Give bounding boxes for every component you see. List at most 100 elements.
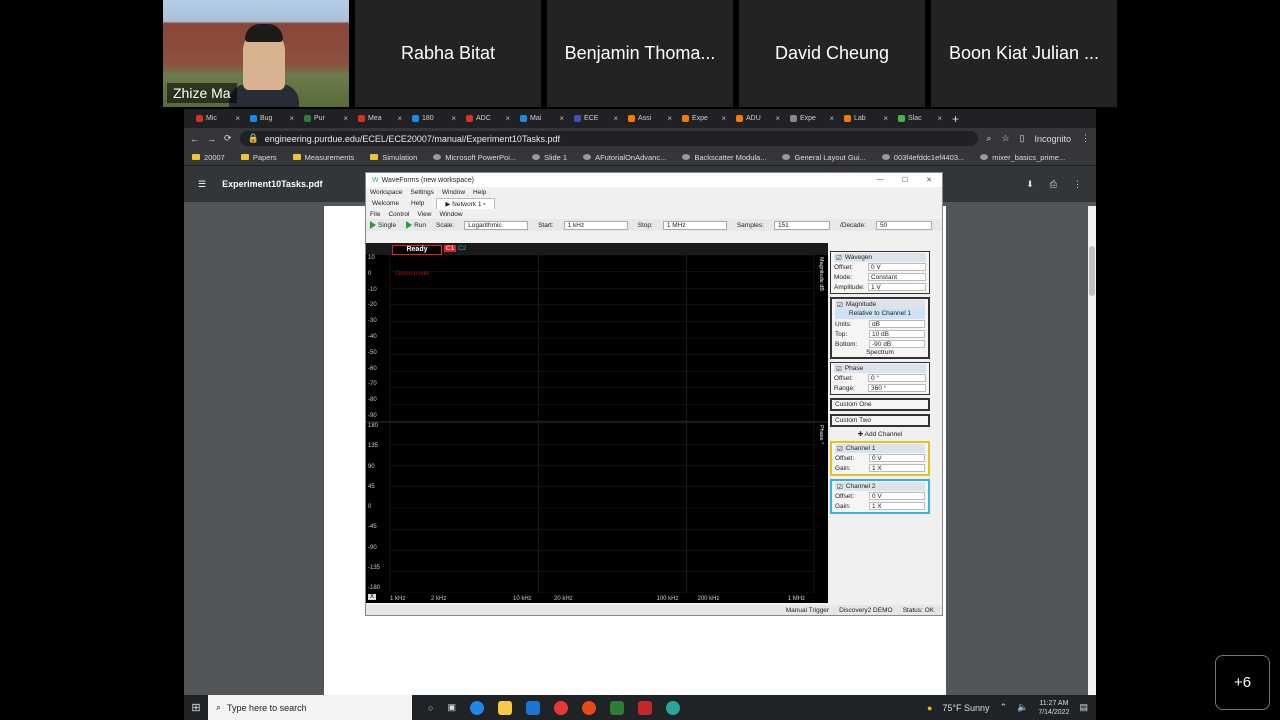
tab-close-icon[interactable]: ×	[937, 114, 942, 123]
browser-tab[interactable]: ADC ×	[462, 111, 514, 126]
browser-tab[interactable]: Slac ×	[894, 111, 946, 126]
volume-icon[interactable]: 🔈	[1017, 702, 1028, 713]
channel1-header[interactable]: ☑ Channel 1	[835, 444, 925, 453]
zoom-icon[interactable]: ⌕	[986, 133, 991, 144]
print-icon[interactable]: ⎙	[1050, 179, 1057, 190]
menu-item[interactable]: View	[417, 211, 431, 218]
more-participants-button[interactable]: +6	[1215, 655, 1270, 710]
star-icon[interactable]: ☆	[1001, 133, 1009, 144]
run-button[interactable]: Run	[406, 221, 426, 229]
mail-icon[interactable]	[525, 700, 540, 715]
tab-close-icon[interactable]: ×	[667, 114, 672, 123]
tab-close-icon[interactable]: ×	[343, 114, 348, 123]
browser-tab[interactable]: ADU ×	[732, 111, 784, 126]
relative-channel-button[interactable]: Relative to Channel 1	[835, 309, 925, 319]
phase-offset-input[interactable]: 0 °	[868, 374, 926, 382]
bookmark-item[interactable]: AFutorialOnAdvanc...	[583, 153, 666, 162]
bookmark-item[interactable]: 003f4efddc1ef4403...	[881, 153, 964, 162]
tab-close-icon[interactable]: ×	[829, 114, 834, 123]
firefox-icon[interactable]	[581, 700, 596, 715]
spectrum-button[interactable]: Spectrum	[835, 349, 925, 356]
browser-tab[interactable]: ECE ×	[570, 111, 622, 126]
ch2-gain-input[interactable]: 1 X	[869, 502, 925, 510]
manual-trigger-button[interactable]: Manual Trigger	[786, 607, 829, 614]
browser-tab[interactable]: Mai ×	[516, 111, 568, 126]
clock[interactable]: 11:27 AM 7/14/2022	[1038, 699, 1069, 717]
c1-label[interactable]: C1	[444, 245, 457, 252]
bookmark-item[interactable]: Measurements	[292, 153, 354, 162]
wavegen-mode-select[interactable]: Constant	[868, 273, 926, 281]
browser-tab[interactable]: Expe ×	[786, 111, 838, 126]
taskbar-search[interactable]: ⌕ Type here to search	[208, 695, 412, 720]
bookmark-item[interactable]: Papers	[240, 153, 277, 162]
browser-tab[interactable]: Mea ×	[354, 111, 406, 126]
back-icon[interactable]: ←	[190, 134, 199, 144]
phase-header[interactable]: ☑ Phase	[834, 364, 926, 373]
forward-icon[interactable]: →	[207, 134, 216, 144]
bookmark-item[interactable]: General Layout Gui...	[782, 153, 866, 162]
minimize-icon[interactable]: —	[877, 176, 884, 184]
weather-text[interactable]: 75°F Sunny	[942, 703, 989, 713]
windows-start-icon[interactable]: ⊞	[184, 701, 208, 714]
waveforms-app-icon[interactable]	[609, 700, 624, 715]
menu-icon[interactable]: ⋮	[1081, 133, 1090, 144]
tab-network[interactable]: ▶ Network 1 ▪	[436, 197, 495, 209]
ch1-offset-input[interactable]: 0 V	[869, 454, 925, 462]
more-icon[interactable]: ⋮	[1073, 179, 1082, 190]
bookmark-item[interactable]: Simulation	[370, 153, 417, 162]
cortana-icon[interactable]: ○	[428, 703, 433, 713]
channel2-header[interactable]: ☑ Channel 2	[835, 482, 925, 491]
browser-tab[interactable]: Lab ×	[840, 111, 892, 126]
scrollbar[interactable]	[1088, 206, 1096, 695]
tab-close-icon[interactable]: ×	[559, 114, 564, 123]
chrome-icon[interactable]	[553, 700, 568, 715]
bookmark-item[interactable]: 20007	[192, 153, 225, 162]
sidepanel-icon[interactable]: ▯	[1020, 133, 1025, 144]
bookmark-item[interactable]: Microsoft PowerPoi...	[433, 153, 516, 162]
tab-close-icon[interactable]: ×	[721, 114, 726, 123]
phase-plot[interactable]: 180 135 90 45 0 -45 -90 -135 -180	[366, 423, 828, 593]
stop-input[interactable]: 1 MHz	[662, 220, 727, 230]
close-icon[interactable]: ✕	[926, 176, 932, 184]
custom-one-section[interactable]: Custom One	[830, 398, 930, 411]
single-button[interactable]: Single	[370, 221, 396, 229]
maximize-icon[interactable]: ☐	[902, 176, 908, 184]
tab-close-icon[interactable]: ×	[883, 114, 888, 123]
ch1-gain-input[interactable]: 1 X	[869, 464, 925, 472]
menu-item[interactable]: Help	[473, 189, 486, 196]
acrobat-icon[interactable]	[637, 700, 652, 715]
participant-tile[interactable]: David Cheung	[739, 0, 925, 107]
wavegen-header[interactable]: ☑ Wavegen	[834, 253, 926, 262]
tab-close-icon[interactable]: ×	[235, 114, 240, 123]
add-channel-button[interactable]: ✚ Add Channel	[830, 430, 930, 438]
custom-two-section[interactable]: Custom Two	[830, 414, 930, 427]
bottom-input[interactable]: -90 dB	[869, 340, 925, 348]
tab-close-icon[interactable]: ×	[451, 114, 456, 123]
x-axis-button[interactable]: X	[368, 594, 377, 600]
browser-tab[interactable]: Bug ×	[246, 111, 298, 126]
browser-tab[interactable]: Expe ×	[678, 111, 730, 126]
tab-close-icon[interactable]: ×	[775, 114, 780, 123]
edge-icon[interactable]	[469, 700, 484, 715]
network-icon[interactable]: ⌃	[1000, 702, 1008, 713]
close-tab-icon[interactable]: ▪	[481, 201, 485, 208]
url-field[interactable]: 🔒 engineering.purdue.edu/ECEL/ECE20007/ma…	[239, 131, 979, 146]
browser-tab[interactable]: Assi ×	[624, 111, 676, 126]
new-tab-icon[interactable]: +	[952, 112, 959, 126]
menu-item[interactable]: Workspace	[370, 189, 402, 196]
bookmark-item[interactable]: Slide 1	[532, 153, 567, 162]
browser-tab[interactable]: Pur ×	[300, 111, 352, 126]
participant-tile[interactable]: Rabha Bitat	[355, 0, 541, 107]
units-select[interactable]: dB	[869, 320, 925, 328]
hamburger-icon[interactable]: ☰	[198, 179, 206, 190]
bookmark-item[interactable]: Backscatter Modula...	[682, 153, 766, 162]
wavegen-offset-input[interactable]: 0 V	[868, 263, 926, 271]
tab-close-icon[interactable]: ×	[289, 114, 294, 123]
tab-help[interactable]: Help	[411, 200, 424, 207]
tab-close-icon[interactable]: ×	[397, 114, 402, 123]
start-input[interactable]: 1 kHz	[563, 220, 628, 230]
tab-close-icon[interactable]: ×	[613, 114, 618, 123]
menu-item[interactable]: Window	[439, 211, 462, 218]
samples-input[interactable]: 151	[773, 220, 830, 230]
participant-tile[interactable]: Boon Kiat Julian ...	[931, 0, 1117, 107]
